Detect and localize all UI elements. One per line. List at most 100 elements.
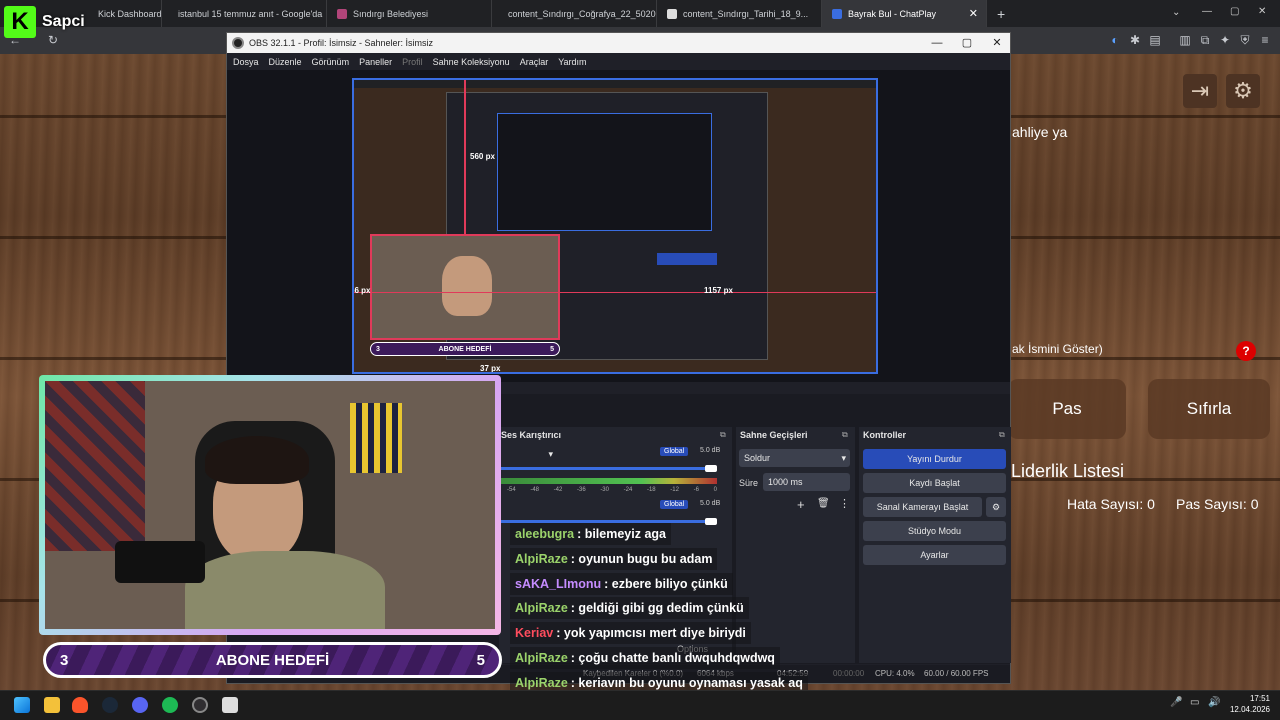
menu-sahne-koleksiyonu[interactable]: Sahne Koleksiyonu: [433, 57, 510, 67]
minimize-icon[interactable]: —: [1202, 6, 1212, 17]
tab-content-tarihi[interactable]: content_Sındırgı_Tarihi_18_9...: [657, 0, 822, 27]
scale-tick: -54: [507, 487, 516, 493]
chevron-down-icon: ▾: [548, 448, 553, 459]
global-badge: Global: [660, 447, 689, 456]
volume-icon[interactable]: 🔊: [1208, 697, 1220, 708]
volume-slider-handle[interactable]: [705, 518, 717, 525]
add-icon[interactable]: +: [797, 497, 805, 512]
file-explorer-icon[interactable]: [44, 697, 60, 713]
sifirla-button[interactable]: Sıfırla: [1148, 379, 1270, 439]
menu-duzenle[interactable]: Düzenle: [269, 57, 302, 67]
transition-select[interactable]: Soldur ▾: [739, 449, 850, 467]
dock-menu-icon[interactable]: ⧉: [999, 430, 1005, 440]
mixer-title: Ses Karıştırıcı: [501, 430, 562, 440]
tab-search-icon[interactable]: ⧉: [1198, 33, 1212, 47]
gear-icon[interactable]: ⚙: [1226, 74, 1260, 108]
nested-camera: [370, 234, 560, 340]
audio-source-select[interactable]: ▾: [501, 445, 557, 463]
chat-username[interactable]: Keriav: [515, 626, 553, 640]
trash-icon[interactable]: 🗑: [817, 498, 830, 509]
close-window-icon[interactable]: ✕: [1258, 6, 1266, 17]
shield-icon[interactable]: ⛨: [1238, 33, 1252, 47]
menu-paneller[interactable]: Paneller: [359, 57, 392, 67]
chat-username[interactable]: sAKA_LImonu: [515, 577, 601, 591]
settings-button[interactable]: Ayarlar: [863, 545, 1006, 565]
ai-icon[interactable]: ✦: [1218, 33, 1232, 47]
chat-username[interactable]: AlpiRaze: [515, 601, 568, 615]
chat-text: : ezbere biliyo çünkü: [604, 577, 728, 591]
tab-label: Bayrak Bul - ChatPlay: [848, 8, 937, 19]
pass-count: Pas Sayısı: 0: [1176, 496, 1259, 512]
obs-preview-canvas[interactable]: 3 ABONE HEDEFİ 5 560 px 56 px 1157 px 37 p…: [352, 78, 878, 374]
chat-message: Keriav: yok yapımcısı mert diye biriydi: [510, 622, 751, 644]
fps: 60.00 / 60.00 FPS: [924, 669, 989, 678]
close-icon[interactable]: ✕: [969, 7, 978, 20]
duration-input[interactable]: 1000 ms: [763, 473, 850, 491]
menu-yardim[interactable]: Yardım: [558, 57, 586, 67]
help-icon[interactable]: ?: [1236, 341, 1256, 361]
guide-line-horizontal: [354, 292, 876, 293]
discord-icon[interactable]: [132, 697, 148, 713]
chat-username[interactable]: AlpiRaze: [515, 552, 568, 566]
duration-label: Süre: [739, 478, 759, 488]
translate-icon[interactable]: ◐: [1108, 33, 1122, 47]
network-icon[interactable]: ▭: [1190, 697, 1199, 708]
menu-gorunum[interactable]: Görünüm: [312, 57, 350, 67]
obs-icon[interactable]: [192, 697, 208, 713]
person-figure: [442, 256, 492, 316]
scale-tick: -48: [530, 487, 539, 493]
tab-bayrak-bul[interactable]: Bayrak Bul - ChatPlay ✕: [822, 0, 987, 27]
chat-username[interactable]: AlpiRaze: [515, 651, 568, 665]
meter-scale: -54 -48 -42 -36 -30 -24 -18 -12 -6 0: [507, 487, 717, 493]
dock-menu-icon[interactable]: ⧉: [842, 430, 848, 440]
sidebar-icon[interactable]: ▥: [1178, 33, 1192, 47]
goal-target: 5: [476, 651, 485, 669]
nested-preview: [497, 113, 712, 231]
obs-title: OBS 32.1.1 - Profil: İsimsiz - Sahneler:…: [249, 38, 434, 48]
reading-list-icon[interactable]: ▤: [1148, 33, 1162, 47]
exit-icon[interactable]: ⇥: [1183, 74, 1217, 108]
virtual-camera-button[interactable]: Sanal Kamerayı Başlat: [863, 497, 982, 517]
guide-label-bottom: 37 px: [480, 364, 501, 373]
minimize-icon[interactable]: —: [930, 36, 944, 50]
controls-title: Kontroller: [863, 430, 907, 440]
taskbar-clock[interactable]: 17:51 12.04.2026: [1230, 693, 1270, 715]
start-icon[interactable]: [14, 697, 30, 713]
notepad-icon[interactable]: [222, 697, 238, 713]
volume-slider-handle[interactable]: [705, 465, 717, 472]
extensions-icon[interactable]: ✱: [1128, 33, 1142, 47]
stop-stream-button[interactable]: Yayını Durdur: [863, 449, 1006, 469]
new-tab-button[interactable]: +: [987, 0, 1011, 27]
menu-profil[interactable]: Profil: [402, 57, 423, 67]
microphone-icon[interactable]: 🎤: [1170, 697, 1182, 708]
restore-icon[interactable]: ▢: [1230, 6, 1239, 17]
close-icon[interactable]: ✕: [990, 36, 1004, 50]
brave-icon[interactable]: [72, 697, 88, 713]
nested-tab-bar: [354, 80, 876, 88]
audio-meter: [501, 478, 717, 484]
tab-google[interactable]: istanbul 15 temmuz anıt - Google'da: [162, 0, 327, 27]
maximize-icon[interactable]: ▢: [960, 36, 974, 50]
menu-icon[interactable]: ≡: [1258, 33, 1272, 47]
dock-menu-icon[interactable]: ⧉: [720, 430, 726, 440]
webcam-overlay: [39, 375, 501, 635]
spotify-icon[interactable]: [162, 697, 178, 713]
webcam-feed: [45, 381, 495, 629]
menu-araclar[interactable]: Araçlar: [520, 57, 549, 67]
start-recording-button[interactable]: Kaydı Başlat: [863, 473, 1006, 493]
tab-list-icon[interactable]: ⌄: [1172, 7, 1180, 18]
tab-content-cografya[interactable]: content_Sındırgı_Coğrafya_22_5020...: [492, 0, 657, 27]
scale-tick: -12: [670, 487, 679, 493]
volume-slider[interactable]: [501, 467, 717, 470]
more-icon[interactable]: ⋮: [839, 497, 850, 510]
chat-username[interactable]: AlpiRaze: [515, 676, 568, 690]
obs-preview-area[interactable]: 3 ABONE HEDEFİ 5 560 px 56 px 1157 px 37 p…: [227, 70, 1010, 382]
virtual-camera-settings-gear-icon[interactable]: ⚙: [986, 497, 1006, 517]
menu-dosya[interactable]: Dosya: [233, 57, 259, 67]
studio-mode-button[interactable]: Stüdyo Modu: [863, 521, 1006, 541]
pas-button[interactable]: Pas: [1008, 379, 1126, 439]
steam-icon[interactable]: [102, 697, 118, 713]
chat-username[interactable]: aleebugra: [515, 527, 574, 541]
scale-tick: 0: [713, 487, 717, 493]
tab-belediye[interactable]: Sındırgı Belediyesi: [327, 0, 492, 27]
